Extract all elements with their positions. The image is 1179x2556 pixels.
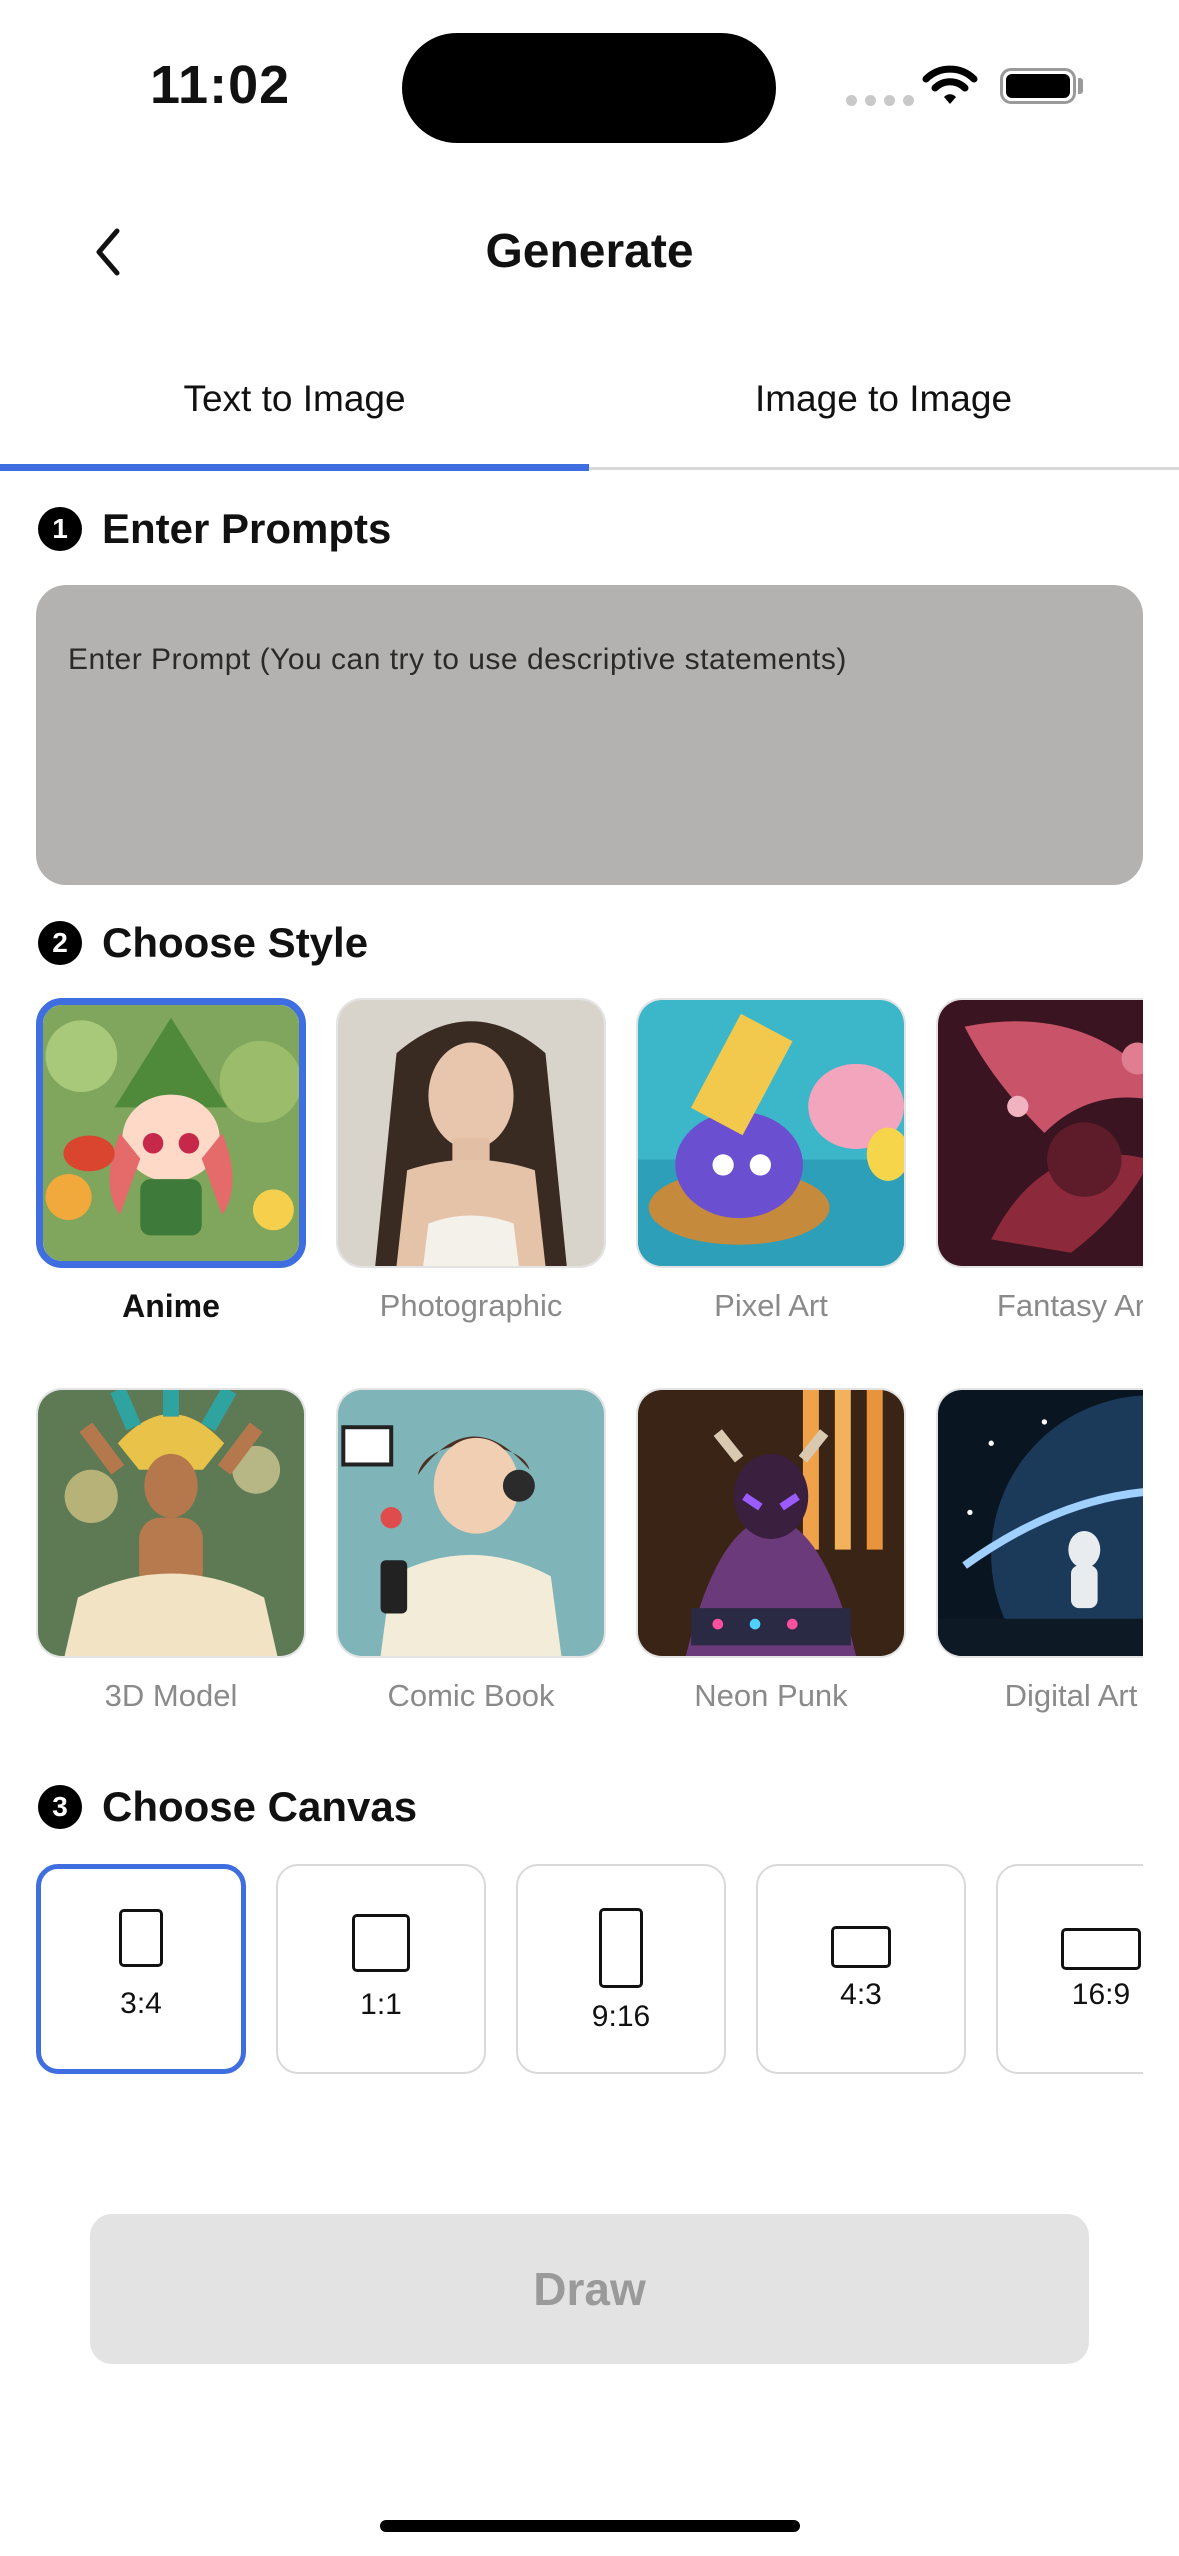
section-choose-canvas: 3 Choose Canvas	[38, 1783, 417, 1831]
draw-button[interactable]: Draw	[90, 2214, 1089, 2364]
style-label: Neon Punk	[694, 1678, 848, 1713]
style-label: 3D Model	[104, 1678, 238, 1713]
status-time: 11:02	[150, 55, 291, 115]
style-option-photographic[interactable]: Photographic	[336, 998, 606, 1324]
style-option-pixel-art[interactable]: Pixel Art	[636, 998, 906, 1324]
style-thumbnail-fantasy-art	[936, 998, 1143, 1268]
cellular-signal-icon	[846, 95, 914, 106]
style-option-fantasy-art[interactable]: Fantasy Ar	[936, 998, 1143, 1324]
ratio-16-9-icon	[1061, 1928, 1141, 1970]
style-thumbnail-photographic	[336, 998, 606, 1268]
canvas-option-4-3[interactable]: 4:3	[756, 1864, 966, 2074]
chevron-left-icon	[96, 228, 120, 276]
style-thumbnail-comic-book	[336, 1388, 606, 1658]
style-option-neon-punk[interactable]: Neon Punk	[636, 1388, 906, 1714]
style-label: Pixel Art	[714, 1288, 828, 1323]
style-label: Comic Book	[387, 1678, 555, 1713]
ratio-9-16-icon	[599, 1908, 643, 1988]
canvas-option-9-16[interactable]: 9:16	[516, 1864, 726, 2074]
style-label: Fantasy Ar	[996, 1288, 1143, 1323]
step-number-badge: 3	[38, 1785, 82, 1829]
canvas-option-3-4[interactable]: 3:4	[36, 1864, 246, 2074]
style-label: Photographic	[379, 1288, 563, 1323]
active-tab-indicator	[0, 464, 589, 471]
canvas-option-1-1[interactable]: 1:1	[276, 1864, 486, 2074]
ratio-1-1-icon	[352, 1914, 410, 1972]
battery-icon	[1000, 68, 1076, 104]
prompt-box	[36, 585, 1143, 885]
canvas-label: 9:16	[591, 2000, 651, 2033]
ratio-4-3-icon	[831, 1926, 891, 1968]
style-thumbnail-anime	[36, 998, 306, 1268]
section-title: Choose Style	[102, 919, 369, 966]
section-enter-prompts: 1 Enter Prompts	[38, 505, 391, 553]
style-thumbnail-digital-art	[936, 1388, 1143, 1658]
battery-tip	[1078, 78, 1083, 94]
style-label: Anime	[122, 1288, 220, 1324]
canvas-label: 16:9	[1071, 1978, 1131, 2011]
back-button[interactable]	[78, 222, 138, 282]
style-option-comic-book[interactable]: Comic Book	[336, 1388, 606, 1714]
tab-image-to-image[interactable]: Image to Image	[589, 378, 1178, 420]
canvas-label: 4:3	[840, 1978, 882, 2011]
section-title: Enter Prompts	[102, 505, 392, 552]
dynamic-island	[402, 33, 776, 143]
home-indicator	[380, 2520, 800, 2532]
step-number-badge: 2	[38, 921, 82, 965]
style-grid: Anime Photographic Pixel Art Fantasy Ar …	[36, 998, 1143, 1738]
style-option-digital-art[interactable]: Digital Art	[936, 1388, 1143, 1714]
style-label: Digital Art	[1004, 1678, 1138, 1713]
style-thumbnail-neon-punk	[636, 1388, 906, 1658]
style-thumbnail-3d-model	[36, 1388, 306, 1658]
tab-text-to-image[interactable]: Text to Image	[0, 378, 589, 420]
style-thumbnail-pixel-art	[636, 998, 906, 1268]
canvas-options: 3:4 1:1 9:16 4:3 16:9	[36, 1862, 1143, 2077]
prompt-input[interactable]	[66, 641, 1117, 833]
canvas-label: 1:1	[360, 1988, 402, 2021]
page-title: Generate	[485, 225, 694, 278]
section-title: Choose Canvas	[102, 1783, 418, 1830]
wifi-icon	[922, 64, 978, 111]
section-choose-style: 2 Choose Style	[38, 919, 368, 967]
step-number-badge: 1	[38, 507, 82, 551]
canvas-label: 3:4	[120, 1987, 162, 2020]
style-option-anime[interactable]: Anime	[36, 998, 306, 1325]
style-option-3d-model[interactable]: 3D Model	[36, 1388, 306, 1714]
canvas-option-16-9[interactable]: 16:9	[996, 1864, 1143, 2074]
ratio-3-4-icon	[119, 1909, 163, 1967]
